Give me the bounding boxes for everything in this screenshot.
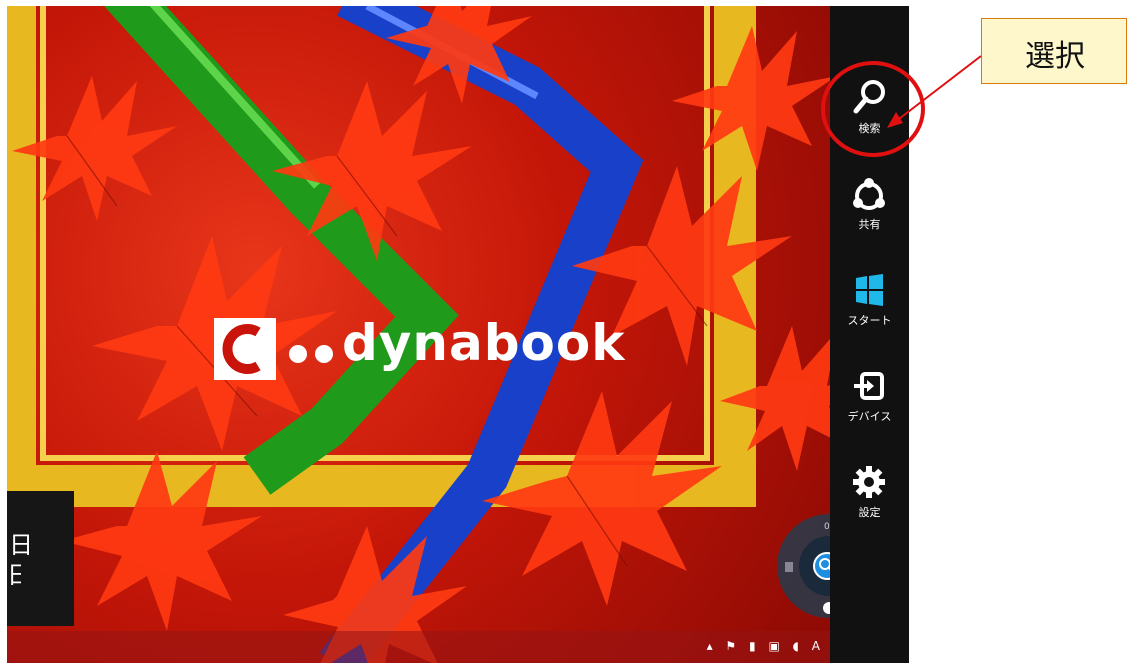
wheel-counter: 0 xyxy=(824,522,830,532)
dynabook-logo: dynabook xyxy=(210,314,650,384)
devices-icon xyxy=(854,372,884,400)
ime-indicator[interactable]: A xyxy=(812,639,820,653)
action-center-flag-icon[interactable]: ⚑ xyxy=(725,639,736,653)
clock-panel: 日 日 xyxy=(7,491,74,626)
search-icon xyxy=(853,80,885,114)
charm-settings[interactable]: 設定 xyxy=(830,458,909,542)
dynabook-wordmark: dynabook xyxy=(342,314,626,372)
windows-logo-icon xyxy=(856,274,883,306)
charm-share[interactable]: 共有 xyxy=(830,170,909,254)
charm-share-label: 共有 xyxy=(858,218,881,231)
volume-icon[interactable]: ◖ xyxy=(793,639,799,653)
charm-devices-label: デバイス xyxy=(847,410,892,423)
system-tray: ▴ ⚑ ▮ ▣ ◖ A xyxy=(698,639,820,657)
charm-search[interactable]: 検索 xyxy=(830,74,909,158)
windows8-screen: dynabook 0 日 日 ▴ ⚑ ▮ ▣ ◖ A 検索 共有 スタート デバ… xyxy=(7,6,909,663)
taskbar: ▴ ⚑ ▮ ▣ ◖ A xyxy=(7,631,830,663)
gear-icon xyxy=(853,466,885,498)
network-icon[interactable]: ▣ xyxy=(768,639,779,653)
charms-bar: 検索 共有 スタート デバイス 設定 xyxy=(830,6,909,663)
share-icon xyxy=(853,178,885,210)
charm-start[interactable]: スタート xyxy=(830,266,909,350)
charm-start-label: スタート xyxy=(847,314,892,327)
toshiba-app-wheel[interactable]: 0 xyxy=(767,508,830,618)
annotation-callout-text: 選択 xyxy=(1025,39,1085,74)
show-hidden-icons-icon[interactable]: ▴ xyxy=(707,639,713,653)
desktop-wallpaper: dynabook 0 日 日 ▴ ⚑ ▮ ▣ ◖ A xyxy=(7,6,830,663)
charm-settings-label: 設定 xyxy=(858,506,881,519)
battery-icon[interactable]: ▮ xyxy=(749,639,756,653)
charm-search-label: 検索 xyxy=(858,122,881,135)
annotation-callout: 選択 xyxy=(981,18,1127,84)
charm-devices[interactable]: デバイス xyxy=(830,362,909,446)
date-line-2: 日 xyxy=(7,561,21,589)
